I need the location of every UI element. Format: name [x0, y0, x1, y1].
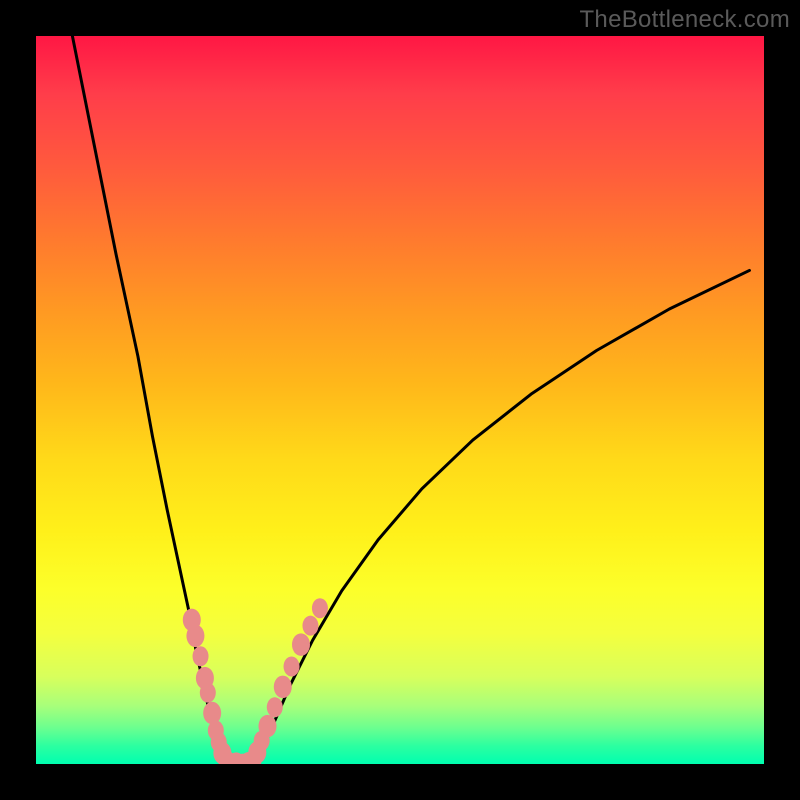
- watermark-text: TheBottleneck.com: [579, 6, 790, 34]
- chart-frame: TheBottleneck.com: [0, 0, 800, 800]
- bead: [274, 676, 292, 699]
- beads-group: [183, 598, 328, 764]
- bead: [186, 625, 204, 648]
- bead: [203, 702, 221, 725]
- curve-layer: [36, 36, 764, 764]
- bead: [200, 683, 216, 703]
- bead: [193, 646, 209, 666]
- bead: [292, 633, 310, 656]
- bottleneck-curve: [72, 36, 749, 764]
- bead: [284, 656, 300, 676]
- bead: [302, 616, 318, 636]
- bead: [267, 697, 283, 717]
- bead: [312, 598, 328, 618]
- plot-area: [36, 36, 764, 764]
- bead: [259, 715, 277, 738]
